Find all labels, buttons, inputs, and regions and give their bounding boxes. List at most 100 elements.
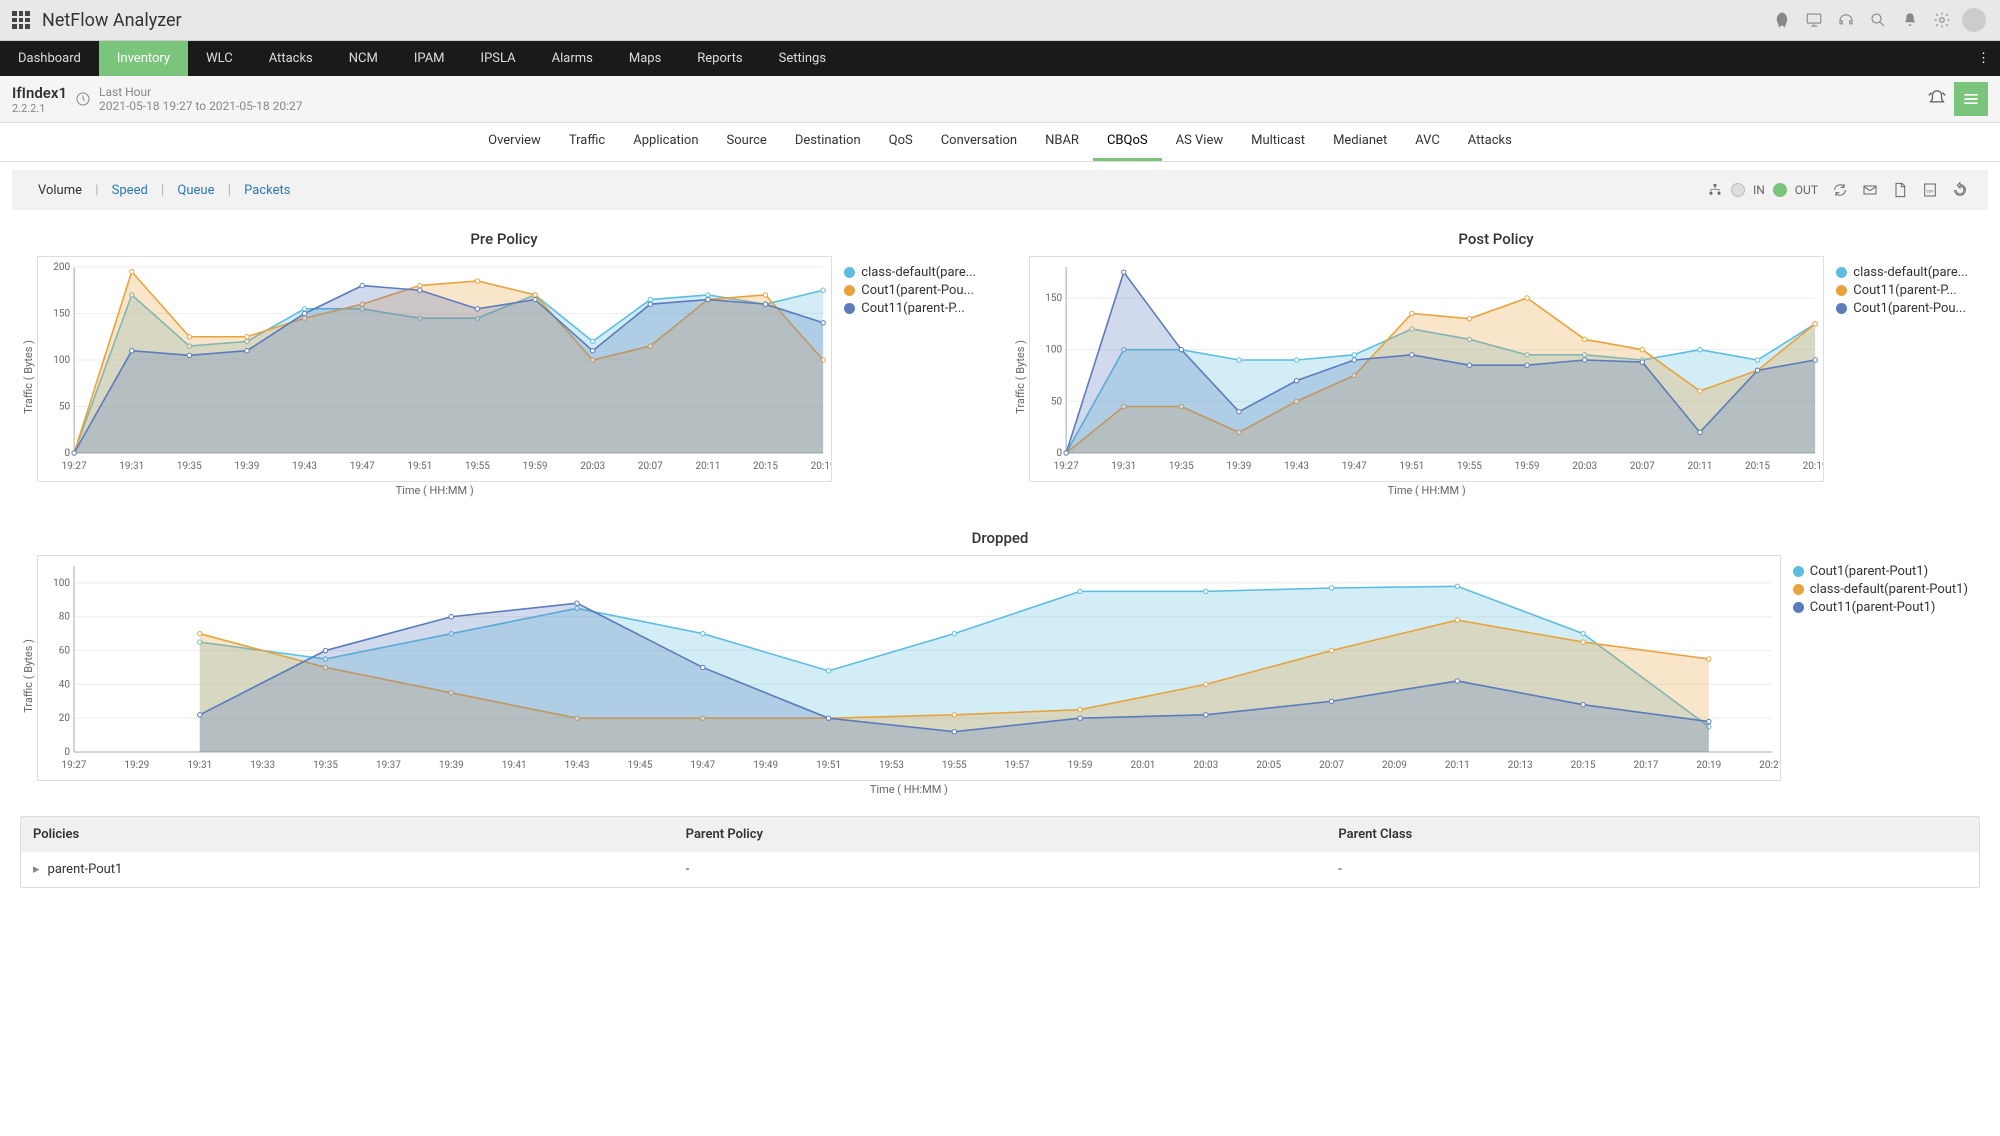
svg-text:19:35: 19:35 (313, 760, 338, 771)
bell-icon[interactable] (1896, 6, 1924, 34)
svg-text:19:31: 19:31 (187, 760, 212, 771)
in-toggle[interactable] (1731, 183, 1745, 197)
metric-queue[interactable]: Queue (167, 183, 224, 198)
search-icon[interactable] (1864, 6, 1892, 34)
tab-conversation[interactable]: Conversation (927, 123, 1031, 161)
svg-text:0: 0 (65, 448, 71, 459)
svg-text:20:03: 20:03 (1572, 461, 1597, 472)
chart-dropped: Dropped Traffic ( Bytes ) 02040608010019… (20, 529, 1980, 796)
svg-text:19:39: 19:39 (1227, 461, 1252, 472)
csv-export-icon[interactable]: csv (1918, 178, 1942, 202)
table-header: Policies (21, 817, 674, 852)
gear-icon[interactable] (1928, 6, 1956, 34)
tab-destination[interactable]: Destination (781, 123, 875, 161)
alert-config-icon[interactable] (1920, 82, 1954, 116)
legend-item[interactable]: class-default(pare... (844, 265, 976, 280)
svg-text:20:09: 20:09 (1382, 760, 1407, 771)
tab-overview[interactable]: Overview (474, 123, 555, 161)
headset-icon[interactable] (1832, 6, 1860, 34)
apps-grid-icon[interactable] (12, 11, 30, 29)
table-header: Parent Policy (674, 817, 1327, 852)
nav-wlc[interactable]: WLC (188, 41, 251, 76)
monitor-icon[interactable] (1800, 6, 1828, 34)
nav-ipsla[interactable]: IPSLA (463, 41, 534, 76)
tab-attacks[interactable]: Attacks (1454, 123, 1526, 161)
svg-text:csv: csv (1926, 190, 1934, 195)
svg-text:19:41: 19:41 (502, 760, 527, 771)
svg-text:19:45: 19:45 (627, 760, 652, 771)
chart-legend: Cout1(parent-Pout1) class-default(parent-… (1781, 555, 1980, 796)
rocket-icon[interactable] (1768, 6, 1796, 34)
tab-medianet[interactable]: Medianet (1319, 123, 1401, 161)
svg-text:19:59: 19:59 (1068, 760, 1093, 771)
metric-volume[interactable]: Volume (28, 183, 92, 198)
metric-packets[interactable]: Packets (234, 183, 300, 198)
refresh-icon[interactable] (1828, 178, 1852, 202)
chart-post-policy: Post Policy Traffic ( Bytes ) 0501001501… (1012, 222, 1980, 497)
nav-ipam[interactable]: IPAM (396, 41, 463, 76)
svg-text:200: 200 (53, 262, 70, 273)
svg-text:60: 60 (59, 646, 71, 657)
svg-text:20:03: 20:03 (1193, 760, 1218, 771)
nav-more-icon[interactable]: ⋮ (1967, 45, 2000, 72)
tab-avc[interactable]: AVC (1401, 123, 1454, 161)
tab-as-view[interactable]: AS View (1162, 123, 1238, 161)
svg-text:19:37: 19:37 (376, 760, 401, 771)
svg-text:20:15: 20:15 (1745, 461, 1770, 472)
tab-source[interactable]: Source (713, 123, 781, 161)
nav-maps[interactable]: Maps (611, 41, 679, 76)
svg-text:19:57: 19:57 (1005, 760, 1030, 771)
nav-inventory[interactable]: Inventory (99, 41, 188, 76)
nav-dashboard[interactable]: Dashboard (0, 41, 99, 76)
expand-icon[interactable]: ▸ (33, 862, 40, 877)
svg-text:19:47: 19:47 (690, 760, 715, 771)
mail-icon[interactable] (1858, 178, 1882, 202)
svg-text:20:19: 20:19 (811, 461, 832, 472)
hierarchy-icon[interactable] (1703, 178, 1727, 202)
chart-pre-policy: Pre Policy Traffic ( Bytes ) 05010015020… (20, 222, 988, 497)
legend-item[interactable]: class-default(parent-Pout1) (1793, 582, 1968, 597)
legend-item[interactable]: Cout11(parent-P... (844, 301, 976, 316)
nav-settings[interactable]: Settings (761, 41, 844, 76)
svg-text:19:51: 19:51 (816, 760, 841, 771)
reset-icon[interactable] (1948, 178, 1972, 202)
interface-name: IfIndex1 (12, 84, 67, 102)
table-row[interactable]: ▸parent-Pout1-- (21, 852, 1979, 887)
legend-item[interactable]: Cout1(parent-Pou... (1836, 301, 1968, 316)
svg-text:20:01: 20:01 (1131, 760, 1156, 771)
tab-qos[interactable]: QoS (875, 123, 927, 161)
legend-item[interactable]: Cout1(parent-Pout1) (1793, 564, 1968, 579)
tab-application[interactable]: Application (619, 123, 712, 161)
nav-reports[interactable]: Reports (679, 41, 760, 76)
pdf-export-icon[interactable] (1888, 178, 1912, 202)
menu-toggle-icon[interactable] (1954, 82, 1988, 116)
out-toggle[interactable] (1773, 183, 1787, 197)
nav-attacks[interactable]: Attacks (251, 41, 331, 76)
svg-text:20:15: 20:15 (753, 461, 778, 472)
legend-item[interactable]: Cout1(parent-Pou... (844, 283, 976, 298)
nav-ncm[interactable]: NCM (331, 41, 396, 76)
time-range-label[interactable]: Last Hour (99, 85, 303, 99)
tab-multicast[interactable]: Multicast (1237, 123, 1319, 161)
tab-nbar[interactable]: NBAR (1031, 123, 1093, 161)
chart-title: Post Policy (1012, 230, 1980, 248)
svg-text:20:11: 20:11 (695, 461, 720, 472)
legend-item[interactable]: Cout11(parent-Pout1) (1793, 600, 1968, 615)
svg-text:20:11: 20:11 (1445, 760, 1470, 771)
tab-cbqos[interactable]: CBQoS (1093, 123, 1162, 161)
table-header: Parent Class (1326, 817, 1979, 852)
clock-icon (75, 91, 91, 107)
metric-speed[interactable]: Speed (102, 183, 158, 198)
user-avatar[interactable] (1960, 6, 1988, 34)
y-axis-label: Traffic ( Bytes ) (20, 639, 37, 713)
nav-alarms[interactable]: Alarms (534, 41, 611, 76)
interface-ip: 2.2.2.1 (12, 102, 67, 115)
svg-text:19:39: 19:39 (235, 461, 260, 472)
legend-item[interactable]: Cout11(parent-P... (1836, 283, 1968, 298)
svg-text:150: 150 (53, 309, 70, 320)
svg-text:19:59: 19:59 (523, 461, 548, 472)
legend-item[interactable]: class-default(pare... (1836, 265, 1968, 280)
svg-text:20:21: 20:21 (1759, 760, 1779, 771)
tab-traffic[interactable]: Traffic (555, 123, 619, 161)
y-axis-label: Traffic ( Bytes ) (1012, 340, 1029, 414)
